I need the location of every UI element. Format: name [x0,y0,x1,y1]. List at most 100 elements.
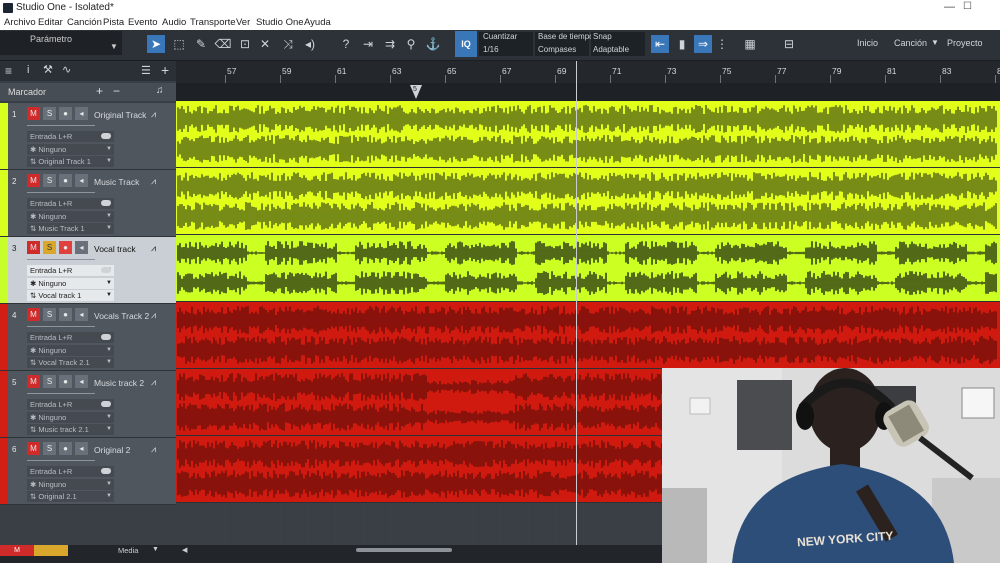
listen-tool-icon[interactable]: ◂) [301,35,319,53]
volume-fader[interactable] [27,460,95,461]
solo-button[interactable]: S [43,174,56,187]
snap-value[interactable]: Adaptable [593,45,629,54]
snap-icon[interactable]: ⚓ [424,35,442,53]
track-header[interactable]: 6MS●◂Original 2⩘Entrada L+R▼✱ Ninguno▼⇅ … [0,438,176,505]
iq-button[interactable]: IQ [455,31,477,57]
version-selector[interactable]: ⇅ Music track 2.1 ▼ [27,424,114,435]
solo-button[interactable]: S [43,107,56,120]
snap-cursor-icon[interactable]: ⇒ [694,35,712,53]
volume-fader[interactable] [27,326,95,327]
mute-button[interactable]: M [27,308,40,321]
menu-archivo[interactable]: Archivo [4,17,36,28]
pencil-tool-icon[interactable]: ✎ [192,35,210,53]
parameter-field[interactable]: Parámetro ▼ [0,31,122,55]
tab-inicio[interactable]: Inicio [857,38,878,48]
track-name[interactable]: Original Track [94,110,146,120]
monitor-toggle[interactable] [101,267,111,273]
bend-tool-icon[interactable]: ⤨ [279,35,297,53]
menu-ayuda[interactable]: Ayuda [304,17,331,28]
menu-icon[interactable]: ≡ [5,64,12,78]
output-selector[interactable]: ✱ Ninguno ▼ [27,278,114,289]
monitor-toggle[interactable] [101,468,111,474]
monitor-toggle[interactable] [101,200,111,206]
track-name[interactable]: Original 2 [94,445,130,455]
marker-note-icon[interactable]: ♫ [156,85,164,96]
minimize-icon[interactable]: — [944,1,956,13]
wrench-icon[interactable]: ⚒ [43,63,53,76]
zoom-icon[interactable]: ⚲ [402,35,420,53]
output-selector[interactable]: ✱ Ninguno ▼ [27,479,114,490]
volume-fader[interactable] [27,259,95,260]
mute-tool-icon[interactable]: ✕ [256,35,274,53]
version-selector[interactable]: ⇅ Vocal track 1 ▼ [27,290,114,301]
mute-button[interactable]: M [27,375,40,388]
add-track-icon[interactable]: + [161,62,169,78]
paint-tool-icon[interactable]: ⊡ [236,35,254,53]
snap-grid-icon[interactable]: ⇤ [651,35,669,53]
scroll-left-icon[interactable]: ◀ [182,546,187,554]
automation-icon[interactable]: ∿ [62,63,71,76]
version-selector[interactable]: ⇅ Music Track 1 ▼ [27,223,114,234]
quantize-value[interactable]: 1/16 [483,45,499,54]
track-name[interactable]: Vocal track [94,244,136,254]
menu-audio[interactable]: Audio [162,17,186,28]
maximize-icon[interactable]: ☐ [963,1,972,12]
version-selector[interactable]: ⇅ Original Track 1 ▼ [27,156,114,167]
audio-event[interactable] [176,168,1000,235]
menu-evento[interactable]: Evento [128,17,158,28]
record-button[interactable]: ● [59,308,72,321]
tab-cancion[interactable]: Canción [894,38,927,48]
audio-event[interactable] [176,302,1000,369]
snap-events-icon[interactable]: ▮ [673,35,691,53]
help-icon[interactable]: ? [337,35,355,53]
audio-event[interactable] [176,101,1000,168]
mute-button[interactable]: M [27,442,40,455]
track-header[interactable]: 3MS●◂Vocal track⩘Entrada L+R▼✱ Ninguno▼⇅… [0,237,176,304]
monitor-icon[interactable]: ◂ [75,107,88,120]
playhead-cursor[interactable] [576,61,577,546]
monitor-icon[interactable]: ◂ [75,174,88,187]
marker-lane[interactable]: 5 [176,83,1000,101]
bottom-solo-button[interactable] [34,545,68,556]
solo-button[interactable]: S [43,442,56,455]
mute-button[interactable]: M [27,107,40,120]
monitor-toggle[interactable] [101,401,111,407]
monitor-icon[interactable]: ◂ [75,241,88,254]
volume-fader[interactable] [27,393,95,394]
media-selector[interactable]: Media [118,546,138,555]
record-button[interactable]: ● [59,442,72,455]
version-selector[interactable]: ⇅ Vocal Track 2.1 ▼ [27,357,114,368]
monitor-icon[interactable]: ◂ [75,375,88,388]
volume-fader[interactable] [27,192,95,193]
timebase-value[interactable]: Compases [538,45,576,54]
track-name[interactable]: Music Track [94,177,139,187]
version-selector[interactable]: ⇅ Original 2.1 ▼ [27,491,114,502]
menu-pista[interactable]: Pista [103,17,124,28]
track-header[interactable]: 1MS●◂Original Track⩘Entrada L+R▼✱ Ningun… [0,103,176,170]
eraser-tool-icon[interactable]: ⌫ [214,35,232,53]
track-name[interactable]: Music track 2 [94,378,144,388]
output-selector[interactable]: ✱ Ninguno ▼ [27,144,114,155]
range-tool-icon[interactable]: ⬚ [170,35,188,53]
monitor-toggle[interactable] [101,334,111,340]
monitor-toggle[interactable] [101,133,111,139]
follow-icon[interactable]: ⇉ [381,35,399,53]
track-header[interactable]: 2MS●◂Music Track⩘Entrada L+R▼✱ Ninguno▼⇅… [0,170,176,237]
menu-ver[interactable]: Ver [236,17,250,28]
solo-button[interactable]: S [43,241,56,254]
menu-cancion[interactable]: Canción [67,17,102,28]
autoscroll-icon[interactable]: ⇥ [359,35,377,53]
menu-editar[interactable]: Editar [38,17,63,28]
solo-button[interactable]: S [43,308,56,321]
mute-button[interactable]: M [27,174,40,187]
bottom-mute-button[interactable]: M [0,545,34,556]
ripple-icon[interactable]: ⋮ [713,35,731,53]
record-button[interactable]: ● [59,174,72,187]
track-name[interactable]: Vocals Track 2 [94,311,149,321]
menu-transporte[interactable]: Transporte [190,17,236,28]
monitor-icon[interactable]: ◂ [75,442,88,455]
info-icon[interactable]: i [27,64,29,76]
volume-fader[interactable] [27,125,95,126]
horizontal-scrollbar[interactable] [356,548,452,552]
output-selector[interactable]: ✱ Ninguno ▼ [27,345,114,356]
